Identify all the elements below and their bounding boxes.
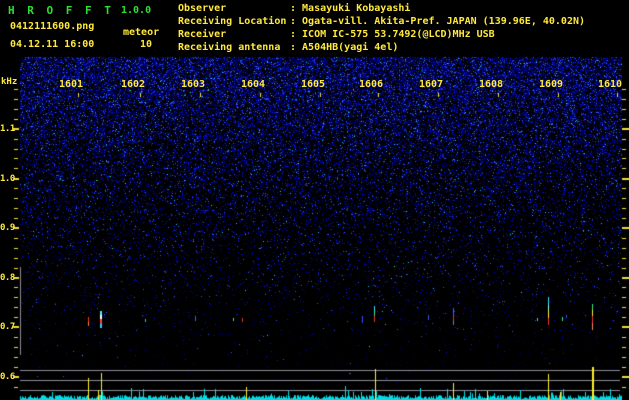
freq-tick-label: 1.1	[0, 124, 15, 134]
time-tick-label: 1603	[180, 79, 206, 90]
info-block: Observer: Masayuki Kobayashi Receiving Lo…	[178, 3, 585, 55]
info-value: : ICOM IC-575 53.7492(@LCD)MHz USB	[290, 29, 495, 40]
info-row: Receiver : ICOM IC-575 53.7492(@LCD)MHz U…	[178, 29, 585, 42]
info-label: Receiver	[178, 29, 227, 40]
info-row: Receiving antenna : A504HB(yagi 4el)	[178, 42, 585, 55]
freq-tick-label: 0.8	[0, 273, 15, 283]
datetime: 04.12.11 16:00	[10, 39, 95, 50]
freq-tick-label: 1.0	[0, 174, 15, 184]
info-label: Receiving antenna	[178, 42, 281, 53]
time-tick-label: 1602	[120, 79, 146, 90]
freq-tick-label: 0.9	[0, 223, 15, 233]
info-label: Observer	[178, 3, 227, 14]
time-tick-label: 1604	[240, 79, 266, 90]
hrofft-screen: H R O F F T 1.0.0 0412111600.png meteor …	[0, 0, 629, 400]
mode-label: meteor	[123, 27, 160, 38]
info-value: : A504HB(yagi 4el)	[290, 42, 399, 53]
spectrogram-canvas	[0, 0, 629, 400]
time-tick-label: 1609	[538, 79, 564, 90]
info-value: : Ogata-vill. Akita-Pref. JAPAN (139.96E…	[290, 16, 586, 27]
info-row: Receiving Location: Ogata-vill. Akita-Pr…	[178, 16, 585, 29]
time-tick-label: 1605	[300, 79, 326, 90]
time-tick-label: 1606	[358, 79, 384, 90]
time-tick-label: 1610	[597, 79, 623, 90]
info-value: : Masayuki Kobayashi	[290, 3, 411, 14]
freq-tick-label: 0.7	[0, 322, 15, 332]
freq-unit-label: kHz	[1, 77, 18, 87]
app-version: 1.0.0	[121, 5, 152, 16]
meteor-count: 10	[140, 39, 153, 50]
time-tick-label: 1601	[58, 79, 84, 90]
freq-tick-label: 0.6	[0, 372, 15, 382]
time-tick-label: 1607	[418, 79, 444, 90]
time-tick-label: 1608	[478, 79, 504, 90]
filename: 0412111600.png	[10, 21, 95, 32]
info-row: Observer : Masayuki Kobayashi	[178, 3, 585, 16]
info-label: Receiving Location	[178, 16, 287, 27]
app-title: H R O F F T	[8, 4, 114, 17]
